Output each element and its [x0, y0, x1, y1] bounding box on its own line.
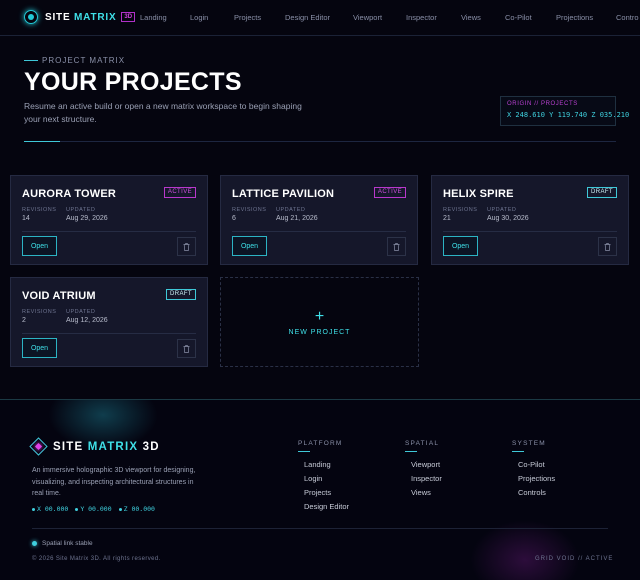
new-project-label: NEW PROJECT	[288, 328, 351, 336]
footer-column-title-platform: PLATFORM	[298, 440, 343, 447]
footer-link-views[interactable]: Views	[411, 488, 431, 497]
nav-link-design-editor[interactable]: Design Editor	[285, 13, 330, 22]
coord-x: X 00.000	[32, 505, 68, 513]
project-title: AURORA TOWER	[22, 188, 117, 200]
revisions-label: REVISIONS	[443, 207, 478, 213]
project-card-aurora-tower: AURORA TOWER ACTIVE REVISIONS 14 UPDATED…	[10, 175, 208, 265]
plus-icon: +	[314, 307, 325, 325]
delete-button[interactable]	[177, 339, 196, 358]
footer-link-inspector[interactable]: Inspector	[411, 474, 442, 483]
project-title: LATTICE PAVILION	[232, 188, 335, 200]
updated-value: Aug 30, 2026	[487, 215, 529, 222]
revisions-label: REVISIONS	[22, 207, 57, 213]
brand-logo[interactable]: SITE MATRIX 3D	[24, 10, 136, 24]
link-status-text: Spatial link stable	[42, 540, 93, 547]
revisions-value: 6	[232, 215, 236, 222]
updated-label: UPDATED	[66, 309, 96, 315]
open-button[interactable]: Open	[22, 236, 57, 256]
page-title: YOUR PROJECTS	[24, 68, 242, 96]
updated-label: UPDATED	[487, 207, 517, 213]
open-button[interactable]: Open	[443, 236, 478, 256]
page-subtitle: Resume an active build or open a new mat…	[24, 101, 302, 124]
coord-z: Z 00.000	[119, 505, 155, 513]
footer-coordinates: X 00.000 Y 00.000 Z 00.000	[32, 505, 162, 513]
status-dot-icon	[32, 541, 37, 546]
status-badge: DRAFT	[166, 289, 196, 300]
orb-icon	[24, 10, 38, 24]
updated-label: UPDATED	[276, 207, 306, 213]
hero-divider-accent	[24, 141, 60, 142]
status-badge: DRAFT	[587, 187, 617, 198]
coord-y: Y 00.000	[75, 505, 111, 513]
footer-description: An immersive holographic 3D viewport for…	[32, 467, 196, 497]
open-button[interactable]: Open	[232, 236, 267, 256]
nav-link-projections[interactable]: Projections	[556, 13, 593, 22]
project-card-helix-spire: HELIX SPIRE DRAFT REVISIONS 21 UPDATED A…	[431, 175, 629, 265]
coords-title: ORIGIN // PROJECTS	[507, 101, 578, 107]
footer-link-design-editor[interactable]: Design Editor	[304, 502, 349, 511]
eyebrow-text: PROJECT MATRIX	[42, 56, 126, 65]
updated-value: Aug 12, 2026	[66, 317, 108, 324]
trash-icon	[393, 242, 400, 251]
nav-link-login[interactable]: Login	[190, 13, 208, 22]
hero-divider	[24, 141, 616, 142]
nav-link-controls[interactable]: Contro	[616, 13, 639, 22]
trash-icon	[183, 242, 190, 251]
top-nav: SITE MATRIX 3D Landing Login Projects De…	[0, 0, 640, 36]
nav-link-viewport[interactable]: Viewport	[353, 13, 382, 22]
copyright: © 2026 Site Matrix 3D. All rights reserv…	[32, 556, 161, 562]
delete-button[interactable]	[177, 237, 196, 256]
link-status: Spatial link stable	[32, 540, 93, 547]
footer-link-login[interactable]: Login	[304, 474, 322, 483]
trash-icon	[183, 344, 190, 353]
brand-name: SITE MATRIX	[45, 11, 117, 23]
project-card-lattice-pavilion: LATTICE PAVILION ACTIVE REVISIONS 6 UPDA…	[220, 175, 418, 265]
nav-link-views[interactable]: Views	[461, 13, 481, 22]
footer-column-title-system: SYSTEM	[512, 440, 546, 447]
updated-value: Aug 21, 2026	[276, 215, 318, 222]
trash-icon	[604, 242, 611, 251]
footer-divider	[32, 528, 608, 529]
hero-eyebrow: PROJECT MATRIX	[24, 56, 125, 65]
project-title: VOID ATRIUM	[22, 290, 96, 302]
nav-link-projects[interactable]: Projects	[234, 13, 261, 22]
project-card-void-atrium: VOID ATRIUM DRAFT REVISIONS 2 UPDATED Au…	[10, 277, 208, 367]
revisions-label: REVISIONS	[22, 309, 57, 315]
footer-link-co-pilot[interactable]: Co-Pilot	[518, 460, 545, 469]
revisions-label: REVISIONS	[232, 207, 267, 213]
nav-link-co-pilot[interactable]: Co-Pilot	[505, 13, 532, 22]
footer-link-projects[interactable]: Projects	[304, 488, 331, 497]
revisions-value: 2	[22, 317, 26, 324]
origin-coordinates-panel: ORIGIN // PROJECTS X 248.610 Y 119.740 Z…	[500, 96, 630, 126]
status-badge: ACTIVE	[373, 187, 406, 198]
updated-label: UPDATED	[66, 207, 96, 213]
revisions-value: 21	[443, 215, 451, 222]
site-footer: SITE MATRIX 3D An immersive holographic …	[0, 399, 640, 580]
grid-status: GRID VOID // ACTIVE	[535, 556, 614, 562]
footer-brand-name: SITE MATRIX 3D	[53, 440, 160, 453]
brand-badge: 3D	[121, 12, 136, 22]
new-project-button[interactable]: + NEW PROJECT	[220, 277, 419, 367]
footer-brand[interactable]: SITE MATRIX 3D	[29, 437, 160, 456]
footer-link-controls[interactable]: Controls	[518, 488, 546, 497]
diamond-icon	[29, 437, 48, 456]
footer-link-landing[interactable]: Landing	[304, 460, 331, 469]
delete-button[interactable]	[387, 237, 406, 256]
footer-link-viewport[interactable]: Viewport	[411, 460, 440, 469]
updated-value: Aug 29, 2026	[66, 215, 108, 222]
open-button[interactable]: Open	[22, 338, 57, 358]
nav-link-landing[interactable]: Landing	[140, 13, 167, 22]
status-badge: ACTIVE	[163, 187, 196, 198]
delete-button[interactable]	[598, 237, 617, 256]
nav-link-inspector[interactable]: Inspector	[406, 13, 437, 22]
footer-link-projections[interactable]: Projections	[518, 474, 555, 483]
revisions-value: 14	[22, 215, 30, 222]
footer-column-title-spatial: SPATIAL	[405, 440, 440, 447]
project-title: HELIX SPIRE	[443, 188, 514, 200]
coords-readout: X 248.610 Y 119.740 Z 035.210	[507, 111, 630, 119]
